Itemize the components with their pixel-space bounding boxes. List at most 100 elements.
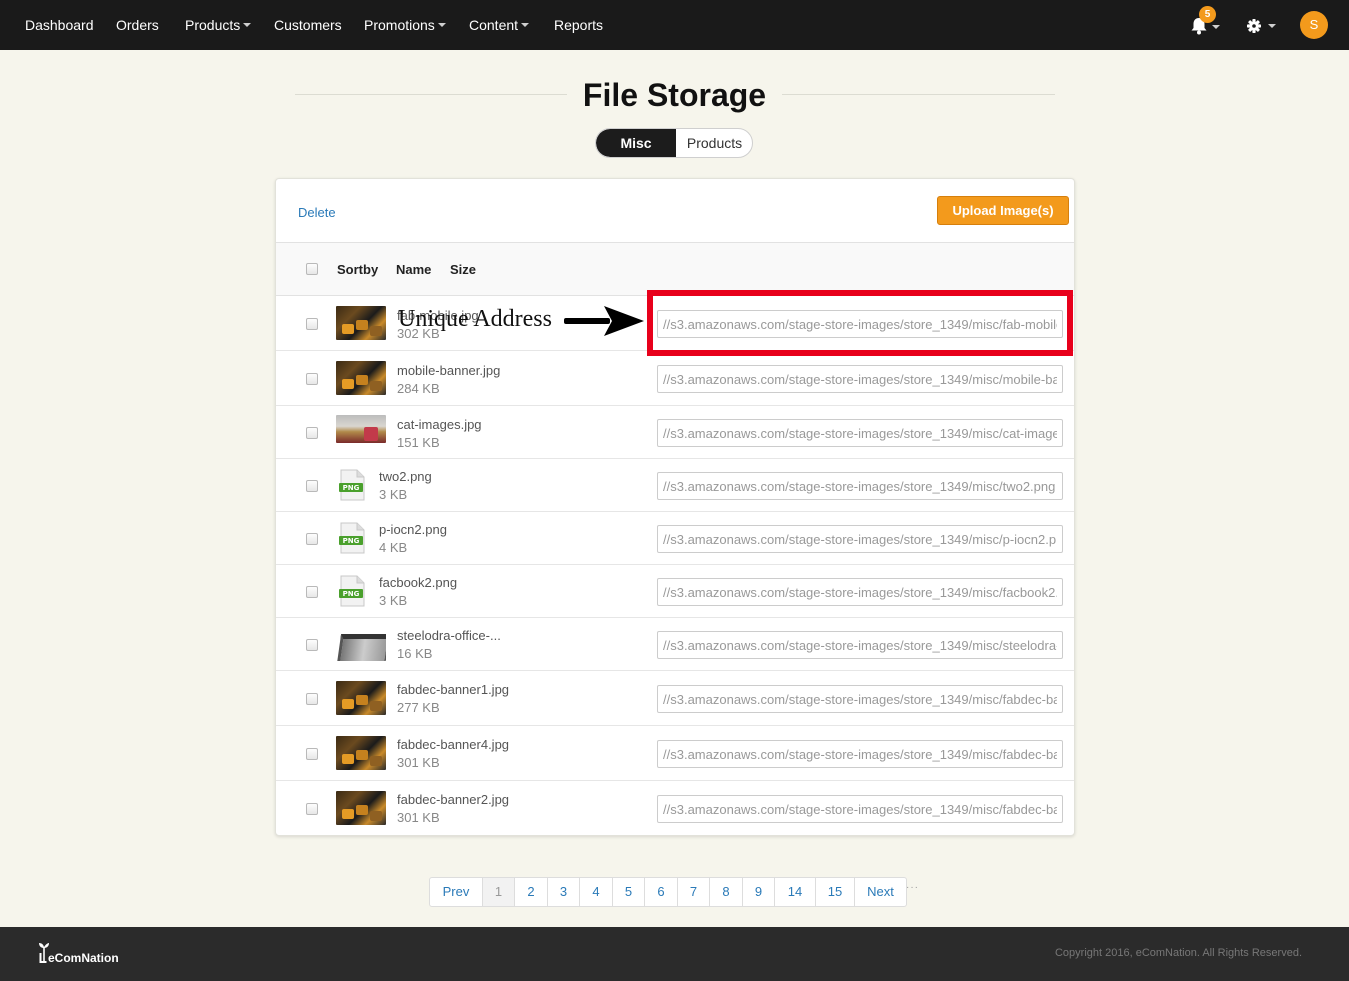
nav-products-label: Products [185, 17, 241, 33]
annotation-highlight-box [647, 290, 1073, 356]
row-checkbox[interactable] [306, 373, 318, 385]
page-link[interactable]: 9 [742, 878, 774, 906]
row-checkbox[interactable] [306, 693, 318, 705]
file-thumbnail [336, 681, 386, 715]
user-avatar[interactable]: S [1300, 11, 1328, 39]
file-url-field[interactable] [657, 631, 1063, 659]
name-header[interactable]: Name [396, 262, 431, 277]
row-checkbox[interactable] [306, 748, 318, 760]
row-checkbox[interactable] [306, 480, 318, 492]
svg-text:PNG: PNG [343, 537, 360, 545]
nav-products[interactable]: Products [185, 17, 252, 33]
file-name: two2.png [379, 469, 432, 484]
file-thumbnail [336, 415, 386, 443]
chevron-down-icon [521, 23, 530, 28]
file-size: 284 KB [397, 381, 440, 396]
table-row: PNG two2.png 3 KB [276, 459, 1074, 512]
file-size: 16 KB [397, 646, 433, 661]
file-thumbnail [336, 736, 386, 770]
page-title: File Storage [0, 76, 1349, 114]
sortby-header[interactable]: Sortby [337, 262, 378, 277]
nav-promotions-label: Promotions [364, 17, 435, 33]
nav-orders-label: Orders [116, 17, 159, 33]
page-link[interactable]: 8 [709, 878, 742, 906]
file-name: fabdec-banner2.jpg [397, 792, 510, 807]
png-file-icon: PNG [339, 575, 365, 607]
table-header: Sortby Name Size [276, 242, 1074, 296]
chevron-down-icon [243, 23, 252, 28]
nav-content[interactable]: Content [469, 17, 530, 33]
row-checkbox[interactable] [306, 427, 318, 439]
file-name: steelodra-office-... [397, 628, 501, 643]
page-link[interactable]: 3 [547, 878, 579, 906]
nav-dashboard-label: Dashboard [25, 17, 94, 33]
page-link[interactable]: 5 [612, 878, 644, 906]
file-size: 301 KB [397, 810, 440, 825]
settings-button[interactable] [1246, 17, 1280, 35]
nav-customers[interactable]: Customers [274, 17, 342, 33]
upload-images-button[interactable]: Upload Image(s) [937, 196, 1069, 225]
table-row: cat-images.jpg 151 KB [276, 406, 1074, 459]
page-link[interactable]: 4 [579, 878, 612, 906]
notification-count-badge: 5 [1199, 6, 1216, 23]
file-size: 4 KB [379, 540, 408, 555]
file-size: 3 KB [379, 487, 408, 502]
delete-link[interactable]: Delete [298, 205, 336, 220]
page-link[interactable]: 14 [774, 878, 815, 906]
file-url-field[interactable] [657, 685, 1063, 713]
file-size: 277 KB [397, 700, 440, 715]
select-all-checkbox[interactable] [306, 263, 318, 275]
tab-misc[interactable]: Misc [596, 129, 676, 157]
page-link[interactable]: 2 [514, 878, 547, 906]
png-file-icon: PNG [339, 469, 365, 501]
file-url-field[interactable] [657, 525, 1063, 553]
row-checkbox[interactable] [306, 533, 318, 545]
size-header[interactable]: Size [450, 262, 476, 277]
next-page-link[interactable]: Next [854, 878, 906, 906]
annotation-label: Unique Address [398, 306, 552, 332]
file-name: mobile-banner.jpg [397, 363, 501, 378]
footer-brand-name: eComNation [48, 951, 119, 965]
pagination-more: ··· [906, 882, 919, 893]
nav-orders[interactable]: Orders [116, 17, 159, 33]
svg-text:PNG: PNG [343, 590, 360, 598]
file-thumbnail [336, 306, 386, 340]
file-url-field[interactable] [657, 365, 1063, 393]
page-link[interactable]: 15 [815, 878, 854, 906]
table-row: fabdec-banner4.jpg 301 KB [276, 726, 1074, 781]
nav-dashboard[interactable]: Dashboard [25, 17, 94, 33]
file-url-field[interactable] [657, 740, 1063, 768]
page-link-current[interactable]: 1 [482, 878, 514, 906]
prev-page-link[interactable]: Prev [430, 878, 482, 906]
row-checkbox[interactable] [306, 803, 318, 815]
table-row: steelodra-office-... 16 KB [276, 618, 1074, 671]
file-size: 301 KB [397, 755, 440, 770]
table-row: PNG p-iocn2.png 4 KB [276, 512, 1074, 565]
page-link[interactable]: 7 [677, 878, 709, 906]
nav-reports-label: Reports [554, 17, 604, 33]
page-link[interactable]: 6 [644, 878, 677, 906]
file-thumbnail [336, 361, 386, 395]
chevron-down-icon [437, 23, 446, 28]
row-checkbox[interactable] [306, 318, 318, 330]
nav-promotions[interactable]: Promotions [364, 17, 446, 33]
file-url-field[interactable] [657, 419, 1063, 447]
footer: eComNation Copyright 2016, eComNation. A… [0, 927, 1349, 981]
file-thumbnail [336, 791, 386, 825]
top-navbar: Dashboard Orders Products Customers Prom… [0, 0, 1349, 50]
nav-reports[interactable]: Reports [554, 17, 603, 33]
storage-tabs: Misc Products [595, 128, 753, 158]
file-name: fabdec-banner4.jpg [397, 737, 510, 752]
file-name: facbook2.png [379, 575, 458, 590]
file-url-field[interactable] [657, 578, 1063, 606]
row-checkbox[interactable] [306, 639, 318, 651]
tab-products[interactable]: Products [676, 129, 752, 157]
table-row: PNG facbook2.png 3 KB [276, 565, 1074, 618]
file-size: 151 KB [397, 435, 440, 450]
file-url-field[interactable] [657, 472, 1063, 500]
pagination: Prev 1 2 3 4 5 6 7 8 9 14 15 Next [429, 877, 907, 907]
file-size: 3 KB [379, 593, 408, 608]
nav-content-label: Content [469, 17, 519, 33]
file-url-field[interactable] [657, 795, 1063, 823]
row-checkbox[interactable] [306, 586, 318, 598]
